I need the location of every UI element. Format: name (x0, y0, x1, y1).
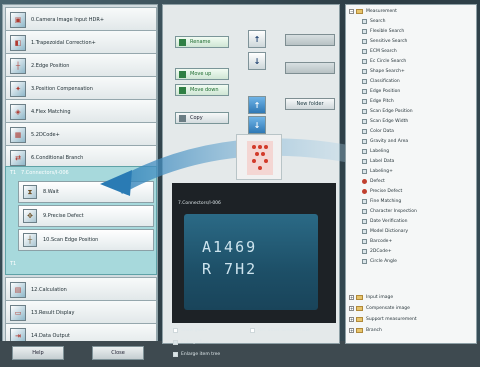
tree-item[interactable]: Model Dictionary (362, 229, 408, 234)
processing-item-icon (362, 179, 367, 184)
tree-folder[interactable]: + Branch (349, 328, 382, 333)
processing-item-icon (362, 129, 367, 134)
tree-item-label: Precise Defect (370, 189, 403, 194)
tree-item-label: Color Data (370, 129, 394, 134)
tree-item[interactable]: Sensitive Search (362, 39, 407, 44)
processing-item-icon (362, 229, 367, 234)
folder-icon (356, 317, 363, 322)
tree-item-label: ECM Search (370, 49, 397, 54)
tree-item[interactable]: Labeling (362, 149, 389, 154)
tree-item[interactable]: Defect (362, 179, 385, 184)
tree-item[interactable]: Fine Matching (362, 199, 401, 204)
tree-item-label: Sensitive Search (370, 39, 408, 44)
processing-item-tree: − Measurement Search Flexible Search Sensi… (345, 4, 477, 344)
tree-item[interactable]: Barcode+ (362, 239, 392, 244)
tree-item[interactable]: Precise Defect (362, 189, 402, 194)
processing-item-icon (362, 189, 367, 194)
processing-item-icon (362, 99, 367, 104)
folder-icon (356, 306, 363, 311)
processing-item-icon (362, 199, 367, 204)
processing-item-icon (362, 89, 367, 94)
tree-folder-label: Support measurement (366, 317, 417, 322)
tree-root[interactable]: − Measurement (349, 9, 397, 14)
tree-item[interactable]: Labeling+ (362, 169, 393, 174)
processing-item-icon (362, 239, 367, 244)
tree-root-label: Measurement (366, 9, 397, 14)
tree-item[interactable]: Scan Edge Width (362, 119, 408, 124)
tree-item-label: Model Dictionary (370, 229, 409, 234)
tree-item-label: Edge Pitch (370, 99, 394, 104)
processing-item-icon (362, 209, 367, 214)
processing-item-icon (362, 249, 367, 254)
tree-item[interactable]: ECM Search (362, 49, 397, 54)
expand-icon[interactable]: + (349, 295, 354, 300)
tree-item-label: Edge Position (370, 89, 401, 94)
tree-item-label: Labeling+ (370, 169, 393, 174)
processing-item-icon (362, 219, 367, 224)
tree-item[interactable]: Classification (362, 79, 400, 84)
tree-item[interactable]: Gravity and Area (362, 139, 408, 144)
processing-item-icon (362, 59, 367, 64)
tree-item-label: Circle Angle (370, 259, 397, 264)
processing-item-icon (362, 159, 367, 164)
tree-folder-label: Compensate image (366, 306, 410, 311)
processing-item-icon (362, 29, 367, 34)
tree-item-label: Gravity and Area (370, 139, 409, 144)
tree-item-label: Flexible Search (370, 29, 405, 34)
tree-folder[interactable]: + Support measurement (349, 317, 417, 322)
tree-item-label: Labeling (370, 149, 390, 154)
expand-icon[interactable]: + (349, 306, 354, 311)
tree-folder[interactable]: + Input image (349, 295, 393, 300)
processing-item-icon (362, 149, 367, 154)
tree-folder[interactable]: + Compensate image (349, 306, 410, 311)
dragged-item-tile[interactable] (236, 134, 282, 180)
tree-item[interactable]: Character Inspection (362, 209, 417, 214)
tree-item[interactable]: Date Verification (362, 219, 407, 224)
tree-item-label: Scan Edge Position (370, 109, 413, 114)
processing-item-icon (362, 49, 367, 54)
processing-item-icon (362, 139, 367, 144)
processing-item-icon (362, 109, 367, 114)
tree-item-label: Ec Circle Search (370, 59, 407, 64)
tree-item-label: Fine Matching (370, 199, 402, 204)
tree-item[interactable]: Edge Position (362, 89, 400, 94)
folder-icon (356, 328, 363, 333)
tree-item-label: 2DCode+ (370, 249, 392, 254)
processing-item-icon (362, 39, 367, 44)
expand-icon[interactable]: + (349, 317, 354, 322)
tree-folder-label: Input image (366, 295, 394, 300)
tree-item-label: Scan Edge Width (370, 119, 409, 124)
folder-icon (356, 295, 363, 300)
precise-defect-icon (247, 141, 273, 175)
tree-item[interactable]: 2DCode+ (362, 249, 392, 254)
tree-item[interactable]: Color Data (362, 129, 394, 134)
tree-item[interactable]: Shape Search+ (362, 69, 405, 74)
tree-item-label: Barcode+ (370, 239, 393, 244)
tree-item[interactable]: Search (362, 19, 385, 24)
tree-item[interactable]: Label Data (362, 159, 394, 164)
collapse-icon[interactable]: − (349, 9, 354, 14)
processing-item-icon (362, 19, 367, 24)
tree-item[interactable]: Edge Pitch (362, 99, 394, 104)
tree-item-label: Classification (370, 79, 400, 84)
tree-item-label: Character Inspection (370, 209, 417, 214)
tree-item[interactable]: Circle Angle (362, 259, 397, 264)
folder-icon (356, 9, 363, 14)
tree-item-label: Search (370, 19, 386, 24)
processing-item-icon (362, 169, 367, 174)
tree-item-label: Defect (370, 179, 385, 184)
tree-item[interactable]: Flexible Search (362, 29, 404, 34)
processing-item-icon (362, 69, 367, 74)
tree-item[interactable]: Scan Edge Position (362, 109, 413, 114)
processing-item-icon (362, 259, 367, 264)
tree-item-label: Label Data (370, 159, 395, 164)
tree-item-label: Date Verification (370, 219, 408, 224)
tree-item[interactable]: Ec Circle Search (362, 59, 406, 64)
tree-folder-label: Branch (366, 328, 382, 333)
processing-item-icon (362, 119, 367, 124)
processing-item-icon (362, 79, 367, 84)
tree-item-label: Shape Search+ (370, 69, 405, 74)
expand-icon[interactable]: + (349, 328, 354, 333)
